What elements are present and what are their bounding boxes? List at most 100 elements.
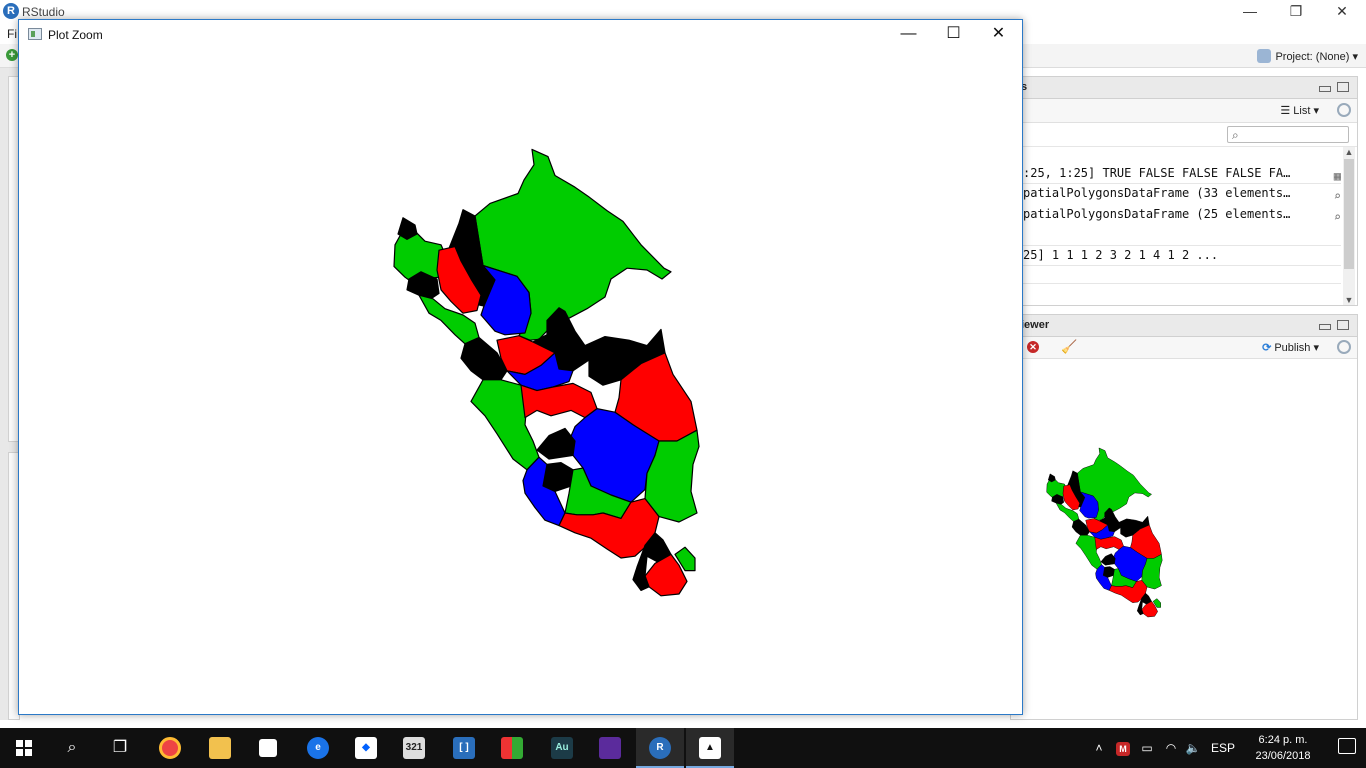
tray-expand-icon[interactable]: ˄ xyxy=(1088,728,1110,768)
windows-logo-icon xyxy=(16,749,23,756)
list-label: List xyxy=(1293,105,1311,117)
map-region-17 xyxy=(1100,553,1116,566)
dropbox-icon[interactable]: ◆ xyxy=(342,728,390,768)
refresh-icon[interactable] xyxy=(1337,340,1351,354)
taskbar: ⌕ ❐ e ◆ 321 [ ] Au R ▲ ˄ M ▭ ◠ 🔈 ESP 6:2… xyxy=(0,728,1366,768)
waveform-app-icon[interactable] xyxy=(586,728,634,768)
edge-icon[interactable]: e xyxy=(294,728,342,768)
chrome-icon[interactable] xyxy=(146,728,194,768)
window-icon xyxy=(28,28,42,40)
environment-tabbar: s xyxy=(1011,77,1357,99)
magnifier-icon[interactable]: ⌕ xyxy=(1334,186,1341,203)
environment-toolbar: ☰ List ▾ xyxy=(1011,99,1357,123)
viewer-toolbar: ✕ 🧹 ⟳ Publish ▾ xyxy=(1011,337,1357,359)
task-view-icon[interactable]: ❐ xyxy=(96,728,144,768)
list-view-button[interactable]: ☰ List ▾ xyxy=(1280,104,1319,117)
notifications-icon[interactable] xyxy=(1338,738,1356,754)
environment-search-input[interactable]: ⌕ xyxy=(1227,126,1349,143)
scroll-down-icon[interactable]: ▼ xyxy=(1343,295,1355,305)
map-region-18 xyxy=(1102,566,1115,578)
maximize-pane-icon[interactable] xyxy=(1337,82,1349,92)
publish-icon: ⟳ xyxy=(1262,342,1272,354)
project-icon xyxy=(1257,49,1272,63)
plot-zoom-title: Plot Zoom xyxy=(48,28,103,42)
calendar-app-icon[interactable]: 321 xyxy=(390,728,438,768)
search-icon: ⌕ xyxy=(1232,128,1239,142)
office-app-icon[interactable] xyxy=(488,728,536,768)
rstudio-close-button[interactable]: ✕ xyxy=(1319,0,1365,24)
env-row[interactable]: patialPolygonsDataFrame (33 elements… ⌕ xyxy=(1023,183,1341,203)
start-button[interactable] xyxy=(0,728,48,768)
desktop: R RStudio — ❐ ✕ Fi + Project: (None) ▾ s… xyxy=(0,0,1366,768)
rstudio-logo-icon: R xyxy=(3,3,19,19)
row-divider xyxy=(1011,265,1341,266)
photos-taskbar-icon[interactable]: ▲ xyxy=(686,728,734,768)
plot-zoom-window: Plot Zoom — ☐ ✕ xyxy=(18,19,1023,715)
clock[interactable]: 6:24 p. m. 23/06/2018 xyxy=(1248,732,1318,764)
wifi-icon[interactable]: ◠ xyxy=(1160,728,1182,768)
env-row-value: patialPolygonsDataFrame (33 elements… xyxy=(1023,186,1291,200)
small-map-preview xyxy=(1046,447,1163,618)
maximize-pane-icon[interactable] xyxy=(1337,320,1349,330)
new-file-icon[interactable]: + xyxy=(6,49,18,61)
scroll-thumb[interactable] xyxy=(1344,159,1354,269)
mcafee-icon[interactable]: M xyxy=(1112,728,1134,768)
publish-label: Publish xyxy=(1274,342,1311,354)
viewer-tabbar: iewer xyxy=(1011,315,1357,337)
rstudio-title: RStudio xyxy=(22,5,65,19)
map-region-18 xyxy=(542,462,574,492)
map-region-17 xyxy=(536,427,576,460)
scroll-up-icon[interactable]: ▲ xyxy=(1343,147,1355,157)
magnifier-icon[interactable]: ⌕ xyxy=(1334,207,1341,224)
peru-choropleth-map xyxy=(393,148,700,597)
minimize-button[interactable]: — xyxy=(886,20,931,50)
row-divider xyxy=(1011,283,1341,284)
language-indicator[interactable]: ESP xyxy=(1208,728,1238,768)
windows-logo-icon xyxy=(25,740,32,747)
search-icon[interactable]: ⌕ xyxy=(48,728,96,768)
rstudio-restore-button[interactable]: ❐ xyxy=(1273,0,1319,24)
map-regions xyxy=(1046,447,1163,618)
maximize-button[interactable]: ☐ xyxy=(931,20,976,50)
volume-icon[interactable]: 🔈 xyxy=(1182,728,1204,768)
battery-icon[interactable]: ▭ xyxy=(1136,728,1158,768)
env-row-value: patialPolygonsDataFrame (25 elements… xyxy=(1023,207,1291,221)
close-button[interactable]: ✕ xyxy=(976,20,1021,50)
project-menu[interactable]: Project: (None) ▾ xyxy=(1257,49,1358,63)
windows-logo-icon xyxy=(16,740,23,747)
env-row[interactable]: patialPolygonsDataFrame (25 elements… ⌕ xyxy=(1023,204,1341,224)
refresh-icon[interactable] xyxy=(1337,103,1351,117)
env-row[interactable]: :25, 1:25] TRUE FALSE FALSE FALSE FA… ▦ xyxy=(1023,163,1341,183)
environment-scrollbar[interactable]: ▲ ▼ xyxy=(1343,147,1355,305)
broom-icon[interactable]: 🧹 xyxy=(1061,339,1077,355)
clock-date: 23/06/2018 xyxy=(1255,750,1311,762)
minimize-pane-icon[interactable] xyxy=(1319,86,1331,92)
plot-canvas xyxy=(19,50,1022,714)
minimize-pane-icon[interactable] xyxy=(1319,324,1331,330)
audition-icon[interactable]: Au xyxy=(538,728,586,768)
file-explorer-icon[interactable] xyxy=(196,728,244,768)
rstudio-minimize-button[interactable]: — xyxy=(1227,0,1273,24)
project-label: Project: (None) xyxy=(1275,51,1350,63)
map-region-3 xyxy=(397,217,418,241)
map-regions xyxy=(393,148,700,597)
rstudio-taskbar-icon[interactable]: R xyxy=(636,728,684,768)
clock-time: 6:24 p. m. xyxy=(1258,734,1308,746)
publish-button[interactable]: ⟳ Publish ▾ xyxy=(1262,341,1319,354)
map-region-14 xyxy=(520,382,598,419)
store-icon[interactable] xyxy=(244,728,292,768)
grid-icon[interactable]: ▦ xyxy=(1334,166,1341,183)
tab-viewer[interactable]: iewer xyxy=(1021,319,1049,331)
env-row[interactable]: 25] 1 1 1 2 3 2 1 4 1 2 ... xyxy=(1023,245,1341,265)
plot-zoom-titlebar[interactable]: Plot Zoom — ☐ ✕ xyxy=(19,20,1022,50)
env-row-value: 25] 1 1 1 2 3 2 1 4 1 2 ... xyxy=(1023,248,1219,262)
viewer-pane: iewer ✕ 🧹 ⟳ Publish ▾ xyxy=(1010,314,1358,720)
bracket-app-icon[interactable]: [ ] xyxy=(440,728,488,768)
remove-plot-icon[interactable]: ✕ xyxy=(1027,341,1039,353)
map-region-14 xyxy=(1094,536,1124,550)
env-row-value: :25, 1:25] TRUE FALSE FALSE FALSE FA… xyxy=(1023,166,1291,180)
windows-logo-icon xyxy=(25,749,32,756)
menu-file[interactable]: Fi xyxy=(7,27,17,41)
environment-search-row: ⌕ xyxy=(1011,123,1357,147)
map-region-3 xyxy=(1047,473,1056,483)
